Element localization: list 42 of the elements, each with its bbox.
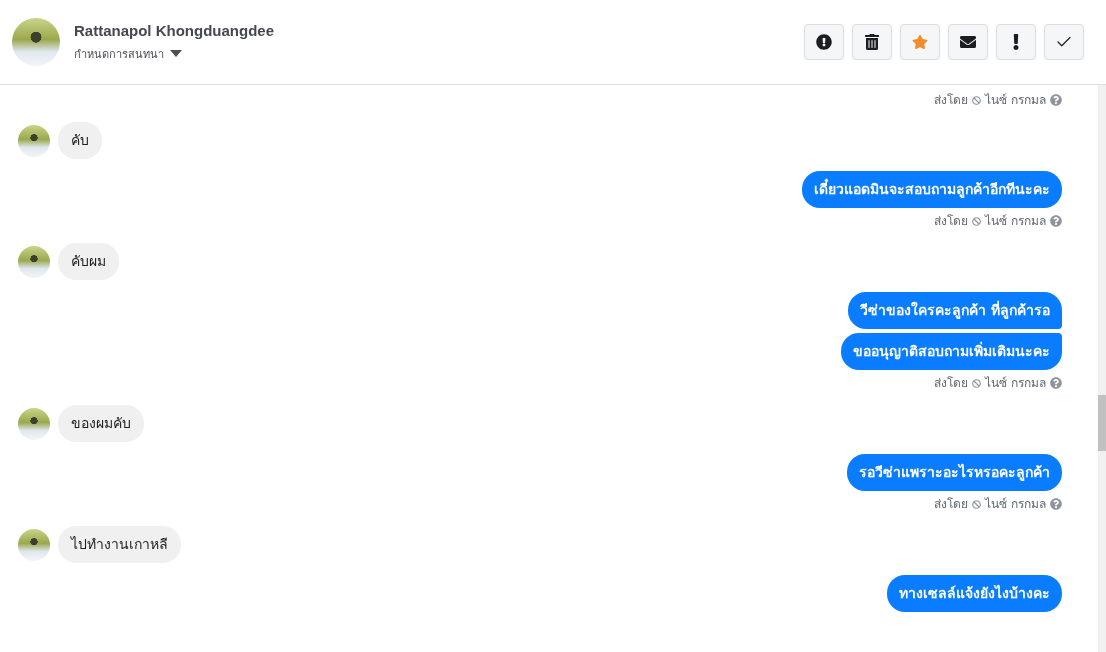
sender-name: ไนซ์ กรกมล bbox=[985, 92, 1046, 108]
help-icon bbox=[1050, 215, 1062, 227]
contact-name: Rattanapol Khongduangdee bbox=[74, 21, 275, 39]
sent-by-label: ส่งโดย bbox=[934, 92, 969, 108]
help-icon bbox=[1050, 94, 1062, 106]
sender-name: ไนซ์ กรกมล bbox=[985, 213, 1046, 229]
sent-by-label: ส่งโดย bbox=[934, 213, 969, 229]
check-button[interactable] bbox=[1044, 24, 1084, 60]
profile-avatar bbox=[12, 18, 60, 66]
sender-name: ไนซ์ กรกมล bbox=[985, 375, 1046, 391]
received-message: ของผมคับ bbox=[58, 405, 144, 442]
blocked-icon bbox=[972, 95, 982, 105]
alert-circle-button[interactable] bbox=[804, 24, 844, 60]
sent-message: รอวีซ่าแพราะอะไรหรอคะลูกค้า bbox=[847, 454, 1062, 491]
avatar bbox=[18, 245, 50, 278]
envelope-icon bbox=[960, 34, 976, 50]
sent-message: ขออนุญาติสอบถามเพิ่มเติมนะคะ bbox=[841, 333, 1062, 370]
sent-by-label: ส่งโดย bbox=[934, 375, 969, 391]
help-icon bbox=[1050, 498, 1062, 510]
received-message: คับผม bbox=[58, 243, 119, 280]
avatar bbox=[18, 124, 50, 157]
sent-message: ทางเซลล์แจ้งยังไงบ้างคะ bbox=[887, 575, 1062, 612]
sent-by-label: ส่งโดย bbox=[934, 496, 969, 512]
caret-icon bbox=[170, 49, 182, 58]
help-icon bbox=[1050, 377, 1062, 389]
avatar bbox=[18, 528, 50, 561]
star-icon bbox=[912, 34, 928, 50]
blocked-icon bbox=[972, 499, 982, 509]
sent-message: เดี๋ยวแอดมินจะสอบถามลูกค้าอีกทีนะคะ bbox=[802, 171, 1062, 208]
conversation-menu[interactable]: กำหนดการสนทนา bbox=[74, 44, 182, 63]
trash-button[interactable] bbox=[852, 24, 892, 60]
exclamation-button[interactable] bbox=[996, 24, 1036, 60]
blocked-icon bbox=[972, 378, 982, 388]
sender-name: ไนซ์ กรกมล bbox=[985, 496, 1046, 512]
avatar bbox=[18, 407, 50, 440]
blocked-icon bbox=[972, 216, 982, 226]
received-message: ไปทำงานเกาหลี bbox=[58, 526, 181, 563]
received-message: คับ bbox=[58, 122, 102, 159]
star-button[interactable] bbox=[900, 24, 940, 60]
envelope-button[interactable] bbox=[948, 24, 988, 60]
sent-message: วีซ่าของใครคะลูกค้า ที่ลูกค้ารอ bbox=[848, 292, 1062, 329]
trash-icon bbox=[864, 34, 880, 50]
